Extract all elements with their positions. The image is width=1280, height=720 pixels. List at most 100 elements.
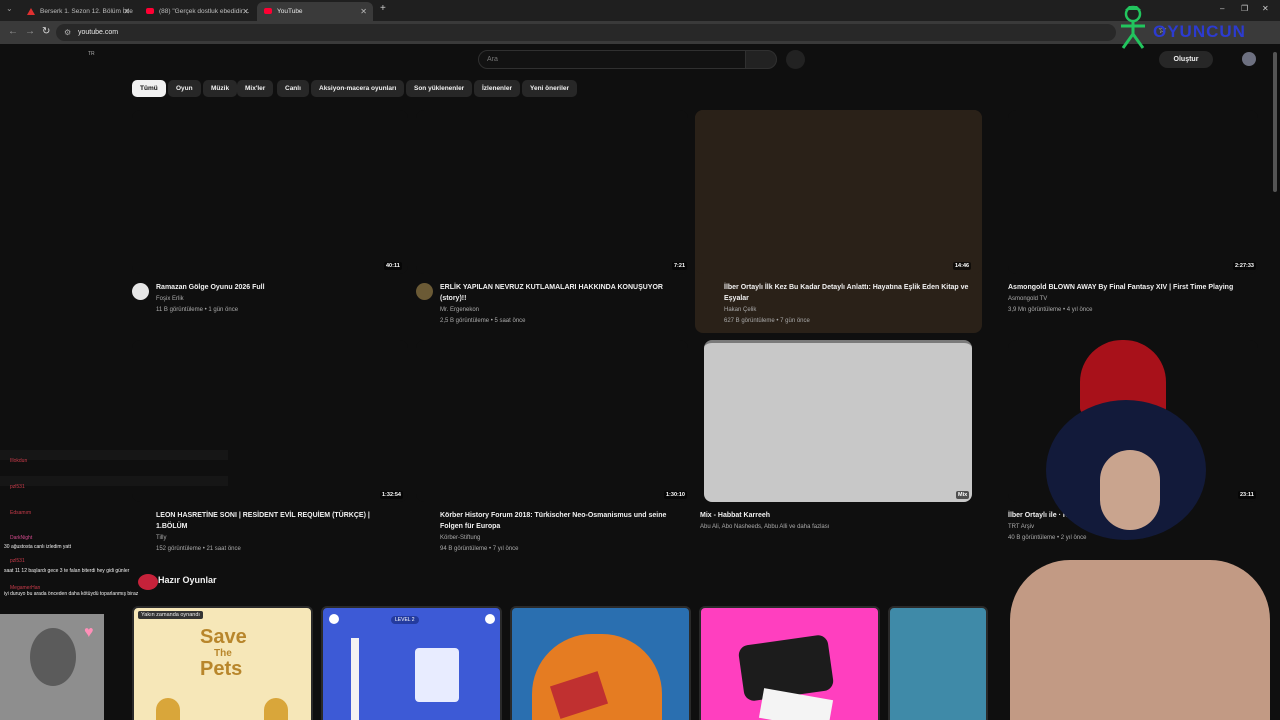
streamer-logo: OYUNCUN	[1113, 2, 1275, 50]
channel-name[interactable]: Asmongold TV	[1008, 296, 1047, 302]
video-title[interactable]: İlber Ortaylı İlk Kez Bu Kadar Detaylı A…	[724, 282, 974, 304]
video-meta: 2,5 B görüntüleme • 5 saat önce	[440, 318, 526, 324]
chip-games[interactable]: Oyun	[168, 80, 201, 97]
avatar-body	[1010, 560, 1270, 720]
video-thumbnail[interactable]	[416, 110, 688, 274]
browser-tab-active[interactable]: YouTube ✕	[257, 2, 373, 21]
chip-music[interactable]: Müzik	[203, 80, 238, 97]
url-field[interactable]: ⚙ youtube.com	[56, 24, 1116, 41]
channel-name[interactable]: Foşix Erlik	[156, 296, 184, 302]
beehive-icon	[156, 698, 180, 720]
site-settings-icon[interactable]: ⚙	[64, 24, 71, 41]
channel-avatar[interactable]	[416, 283, 433, 300]
chip-mixes[interactable]: Mix'ler	[237, 80, 274, 97]
video-thumbnail[interactable]	[416, 340, 688, 502]
games-section-icon	[138, 574, 158, 590]
chip-watched[interactable]: İzlenenler	[474, 80, 520, 97]
video-card[interactable]: Mix Mix - Habbat Karreeh Abu Ali, Abo Na…	[700, 340, 976, 540]
page-scrollbar[interactable]	[1273, 52, 1277, 192]
video-title[interactable]: Asmongold BLOWN AWAY By Final Fantasy XI…	[1008, 282, 1258, 293]
voice-search-button[interactable]	[786, 50, 805, 69]
video-duration: 1:32:54	[380, 491, 403, 499]
video-title[interactable]: Körber History Forum 2018: Türkischer Ne…	[440, 510, 686, 532]
search-button[interactable]	[745, 50, 777, 69]
game-card[interactable]	[510, 606, 691, 720]
game-title-line: Pets	[200, 658, 243, 680]
chat-username: Illokdun	[10, 458, 28, 464]
channel-avatar[interactable]	[132, 283, 149, 300]
video-meta: 94 B görüntüleme • 7 yıl önce	[440, 546, 519, 552]
chip-recently-uploaded[interactable]: Son yüklenenler	[406, 80, 473, 97]
game-card[interactable]: Yakın zamanda oynandı Save The Pets	[132, 606, 313, 720]
webcam-avatar-left: ♥	[0, 614, 104, 720]
video-title[interactable]: Mix - Habbat Karreeh	[700, 510, 970, 521]
search-input[interactable]: Ara	[478, 50, 746, 69]
forward-icon[interactable]: →	[25, 26, 35, 37]
close-tab-icon[interactable]: ✕	[360, 2, 367, 21]
beehive-icon	[264, 698, 288, 720]
logo-text: OYUNCUN	[1153, 22, 1246, 41]
chat-username: Edsamım	[10, 510, 32, 516]
chat-username: pzl531	[10, 484, 25, 490]
account-avatar[interactable]	[1242, 52, 1256, 66]
app-window: ⌄ Berserk 1. Sezon 12. Bölüm İzle ✕ (88)…	[0, 0, 1280, 720]
video-card[interactable]: 7:21 ERLİK YAPILAN NEVRUZ KUTLAMALARI HA…	[416, 110, 688, 330]
video-card-hovered[interactable]: 14:46 İlber Ortaylı İlk Kez Bu Kadar Det…	[695, 110, 982, 333]
tab-title: (88) "Gerçek dostluk ebedidir…	[159, 8, 250, 15]
video-meta: 627 B görüntüleme • 7 gün önce	[724, 318, 810, 324]
video-thumbnail[interactable]	[695, 110, 982, 274]
stream-chat-overlay: Illokdun pzl531 Edsamım DarkNight 30 ağu…	[0, 432, 230, 622]
game-card[interactable]	[888, 606, 988, 720]
video-card[interactable]: 40:11 Ramazan Gölge Oyunu 2026 Full Foşi…	[132, 110, 408, 320]
heart-icon: ♥	[84, 624, 94, 641]
video-card[interactable]: 2:27:33 Asmongold BLOWN AWAY By Final Fa…	[1008, 110, 1258, 320]
channel-name[interactable]: Hakan Çelik	[724, 307, 756, 313]
tab-title: YouTube	[277, 8, 303, 15]
close-tab-icon[interactable]: ✕	[242, 2, 249, 21]
channel-name[interactable]: Mr. Ergenekon	[440, 307, 479, 313]
video-card[interactable]: 1:30:10 Körber History Forum 2018: Türki…	[416, 340, 688, 560]
game-title-line: Save	[200, 626, 247, 648]
chat-row-bg	[0, 476, 228, 486]
restart-icon[interactable]	[485, 614, 495, 624]
channel-name[interactable]: Abu Ali, Abo Nasheeds, Abbu Alli ve daha…	[700, 524, 829, 530]
game-card[interactable]	[699, 606, 880, 720]
browser-tab[interactable]: (88) "Gerçek dostluk ebedidir… ✕	[139, 2, 255, 21]
chat-row-bg	[0, 450, 228, 460]
back-icon[interactable]: ←	[8, 26, 18, 37]
video-thumbnail[interactable]	[1008, 110, 1258, 274]
video-duration: 14:46	[953, 262, 972, 270]
games-section-title: Hazır Oyunlar	[158, 575, 217, 585]
address-bar: ← → ↻ ⚙ youtube.com ☆	[0, 21, 1280, 44]
pipe-icon	[351, 638, 359, 720]
close-tab-icon[interactable]: ✕	[123, 2, 130, 21]
chat-username: DarkNight	[10, 535, 33, 541]
tab-title: Berserk 1. Sezon 12. Bölüm İzle	[40, 8, 133, 15]
chip-live[interactable]: Canlı	[277, 80, 309, 97]
chat-message: 30 ağustosta canlı izledim yatt	[4, 544, 71, 550]
chat-username: pzl531	[10, 558, 25, 564]
video-duration: 7:21	[672, 262, 688, 270]
home-icon[interactable]	[329, 614, 339, 624]
mix-badge: Mix	[956, 491, 970, 499]
chip-all[interactable]: Tümü	[132, 80, 166, 97]
browser-tab[interactable]: Berserk 1. Sezon 12. Bölüm İzle ✕	[20, 2, 136, 21]
video-thumbnail[interactable]	[132, 110, 408, 274]
browser-tab-bar: ⌄ Berserk 1. Sezon 12. Bölüm İzle ✕ (88)…	[0, 0, 1280, 21]
video-duration: 2:27:33	[1233, 262, 1256, 270]
create-button[interactable]: Oluştur	[1159, 51, 1213, 68]
game-card[interactable]: LEVEL 2	[321, 606, 502, 720]
level-badge: LEVEL 2	[391, 616, 419, 624]
mix-thumbnail[interactable]	[704, 340, 972, 502]
country-badge: TR	[88, 51, 95, 57]
channel-name[interactable]: Körber-Stiftung	[440, 535, 480, 541]
reload-icon[interactable]: ↻	[42, 26, 50, 37]
chat-message: saat 11 12 başlardı gece 3 te falan bite…	[4, 568, 130, 574]
video-title[interactable]: ERLİK YAPILAN NEVRUZ KUTLAMALARI HAKKIND…	[440, 282, 686, 304]
video-title[interactable]: Ramazan Gölge Oyunu 2026 Full	[156, 282, 406, 293]
stick-figure-logo-icon	[1121, 5, 1145, 49]
chip-new-to-you[interactable]: Yeni öneriler	[522, 80, 578, 97]
new-tab-icon[interactable]: +	[380, 3, 386, 14]
tab-list-chevron-icon[interactable]: ⌄	[6, 4, 13, 13]
chip-action-adventure[interactable]: Aksiyon-macera oyunları	[311, 80, 405, 97]
